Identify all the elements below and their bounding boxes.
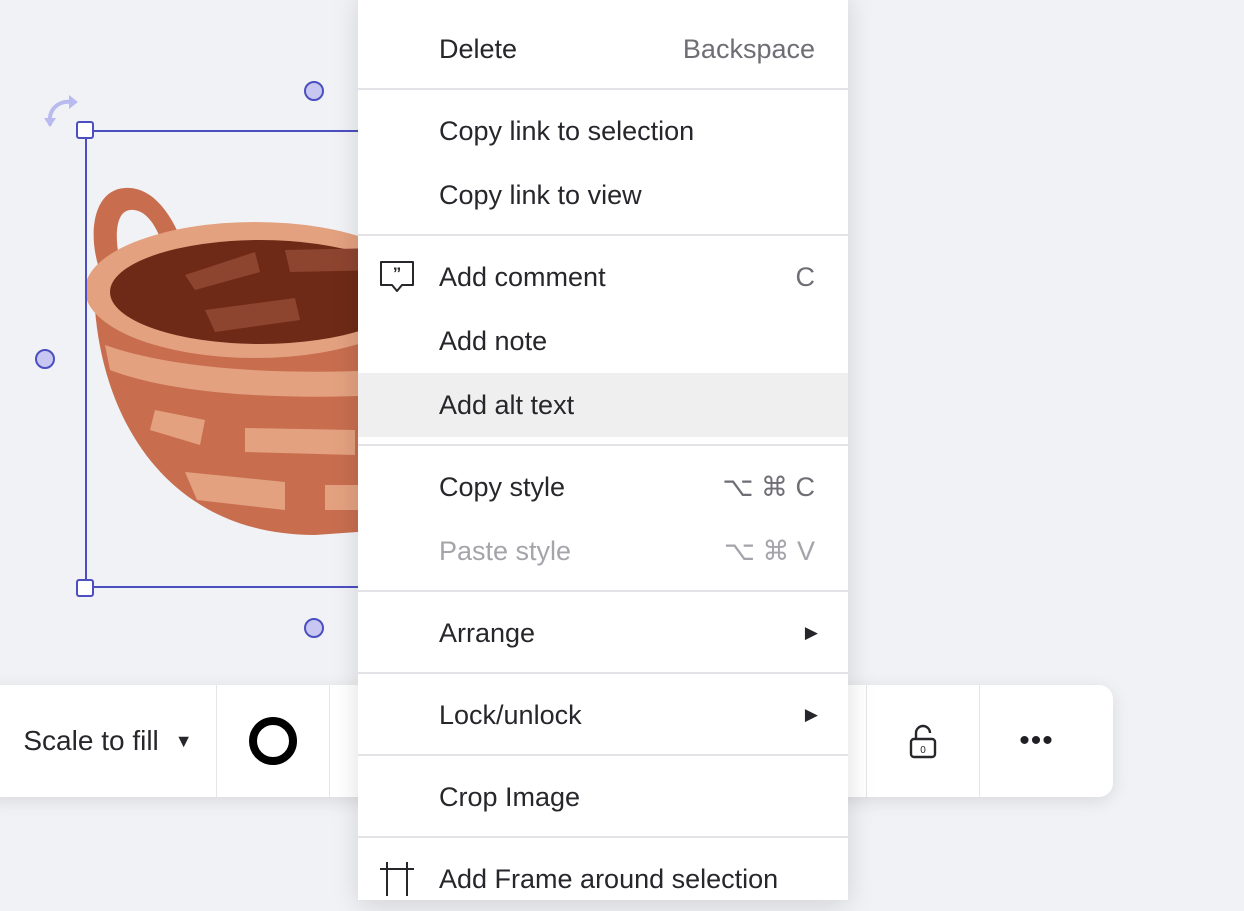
menu-item-label: Delete	[439, 33, 518, 64]
menu-item-label: Add alt text	[439, 389, 575, 420]
scale-mode-label: Scale to fill	[23, 725, 159, 756]
frame-icon	[380, 862, 414, 896]
caret-down-icon: ▼	[174, 730, 193, 751]
menu-item-label: Copy style	[439, 471, 566, 502]
menu-item-label: Copy link to view	[439, 179, 642, 210]
menu-separator	[358, 234, 848, 236]
menu-item-label: Copy link to selection	[439, 115, 695, 146]
border-style-button[interactable]	[217, 685, 329, 797]
menu-item-copy-style[interactable]: Copy style ⌥ ⌘ C	[358, 455, 848, 519]
scale-mode-dropdown[interactable]: Scale to fill ▼	[0, 685, 216, 797]
menu-item-lock-unlock[interactable]: Lock/unlock ▶	[358, 683, 848, 747]
submenu-arrow-icon: ▶	[804, 623, 818, 642]
menu-item-label: Add note	[439, 325, 548, 356]
menu-item-label: Crop Image	[439, 781, 581, 812]
context-menu: Delete Backspace Copy link to selection …	[358, 0, 848, 900]
menu-item-label: Add Frame around selection	[439, 863, 779, 894]
menu-item-paste-style[interactable]: Paste style ⌥ ⌘ V	[358, 519, 848, 583]
menu-item-label: Lock/unlock	[439, 699, 582, 730]
toolbar-divider	[329, 685, 330, 797]
svg-text:0: 0	[920, 745, 926, 756]
menu-item-shortcut: ⌥ ⌘ C	[722, 471, 815, 502]
resize-handle-bottom[interactable]	[304, 618, 324, 638]
menu-item-delete[interactable]: Delete Backspace	[358, 17, 848, 81]
menu-item-add-alt-text[interactable]: Add alt text	[358, 373, 848, 437]
resize-handle-top-left[interactable]	[76, 121, 94, 139]
more-options-button[interactable]: •••	[980, 685, 1093, 797]
menu-item-copy-link-to-selection[interactable]: Copy link to selection	[358, 99, 848, 163]
menu-item-label: Add comment	[439, 261, 606, 292]
menu-item-add-frame[interactable]: Add Frame around selection	[358, 847, 848, 911]
unlock-icon: 0	[909, 724, 937, 759]
menu-item-shortcut: Backspace	[682, 33, 815, 64]
menu-separator	[358, 754, 848, 756]
menu-separator	[358, 836, 848, 838]
menu-item-copy-link-to-view[interactable]: Copy link to view	[358, 163, 848, 227]
resize-handle-left[interactable]	[35, 349, 55, 369]
menu-separator	[358, 672, 848, 674]
more-icon: •••	[1019, 724, 1054, 757]
svg-text:”: ”	[393, 264, 402, 283]
lock-button[interactable]: 0	[867, 685, 979, 797]
menu-separator	[358, 88, 848, 90]
resize-handle-top[interactable]	[304, 81, 324, 101]
menu-item-label: Arrange	[439, 617, 536, 648]
submenu-arrow-icon: ▶	[804, 705, 818, 724]
menu-item-arrange[interactable]: Arrange ▶	[358, 601, 848, 665]
menu-item-shortcut: C	[795, 261, 816, 292]
menu-item-label: Paste style	[439, 535, 572, 566]
comment-icon: ”	[380, 261, 414, 292]
menu-item-shortcut: ⌥ ⌘ V	[723, 535, 815, 566]
menu-separator	[358, 590, 848, 592]
selection-box[interactable]	[85, 130, 385, 588]
resize-handle-bottom-left[interactable]	[76, 579, 94, 597]
menu-item-crop-image[interactable]: Crop Image	[358, 765, 848, 829]
border-ring-icon	[249, 717, 297, 765]
menu-item-add-comment[interactable]: ” Add comment C	[358, 245, 848, 309]
menu-item-add-note[interactable]: Add note	[358, 309, 848, 373]
menu-separator	[358, 444, 848, 446]
